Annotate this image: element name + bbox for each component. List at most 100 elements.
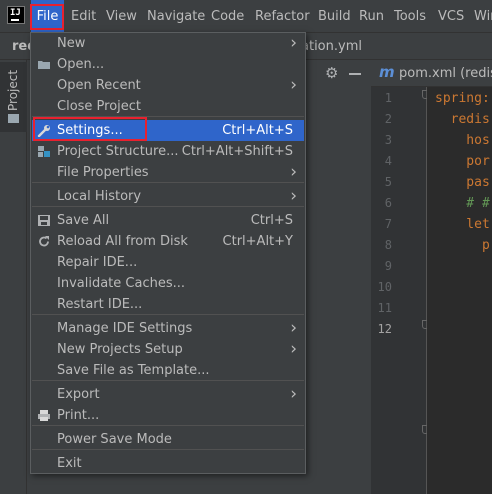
- menu-item-exit[interactable]: Exit: [32, 453, 304, 474]
- menu-item-label: Save File as Template...: [57, 363, 210, 378]
- menu-item-export[interactable]: Export ›: [32, 384, 304, 405]
- menu-window[interactable]: Win: [474, 0, 492, 33]
- menu-item-label: Repair IDE...: [57, 255, 138, 270]
- menu-item-label: Invalidate Caches...: [57, 276, 186, 291]
- menu-view[interactable]: View: [106, 0, 137, 33]
- project-tool-button[interactable]: Project: [0, 62, 27, 132]
- code-line: redis: [435, 112, 490, 127]
- menu-item-label: New: [57, 36, 86, 51]
- code-line: p: [435, 238, 490, 253]
- menu-item-open[interactable]: Open...: [32, 54, 304, 75]
- menu-item-project-structure[interactable]: Project Structure... Ctrl+Alt+Shift+S: [32, 141, 304, 162]
- intellij-logo-icon: IJ: [7, 6, 25, 24]
- menu-file[interactable]: File: [31, 0, 64, 33]
- minimize-icon[interactable]: [349, 73, 361, 75]
- line-number: 6: [384, 196, 392, 210]
- menu-item-label: Close Project: [57, 99, 142, 114]
- menu-item-label: Manage IDE Settings: [57, 321, 193, 336]
- menu-item-label: New Projects Setup: [57, 342, 183, 357]
- line-number: 7: [384, 217, 392, 231]
- wrench-icon: [37, 125, 50, 137]
- code-line: pas: [435, 175, 490, 190]
- folder-icon: [8, 114, 19, 123]
- print-icon: [38, 410, 50, 421]
- menu-item-label: Save All: [57, 213, 110, 228]
- line-number: 4: [384, 154, 392, 168]
- menu-item-label: File Properties: [57, 165, 149, 180]
- menu-refactor[interactable]: Refactor: [255, 0, 310, 33]
- menu-item-shortcut: Ctrl+Alt+Y: [222, 234, 293, 249]
- menu-edit[interactable]: Edit: [71, 0, 96, 33]
- menu-item-power-save-mode[interactable]: Power Save Mode: [32, 429, 304, 450]
- line-number: 3: [384, 133, 392, 147]
- menu-item-label: Open Recent: [57, 78, 141, 93]
- menu-bar: IJ File Edit View Navigate Code Refactor…: [0, 0, 492, 33]
- submenu-arrow-icon: ›: [290, 318, 297, 338]
- menu-item-label: Print...: [57, 408, 100, 423]
- reload-icon: [39, 236, 49, 247]
- line-number: 2: [384, 112, 392, 126]
- submenu-arrow-icon: ›: [290, 384, 297, 404]
- menu-item-label: Power Save Mode: [57, 432, 172, 447]
- code-line: spring:: [435, 91, 490, 106]
- line-number: 9: [384, 259, 392, 273]
- menu-item-label: Export: [57, 387, 100, 402]
- menu-item-repair-ide[interactable]: Repair IDE...: [32, 252, 304, 273]
- editor-tabs: m pom.xml (redis-: [371, 60, 492, 87]
- line-number: 1: [384, 91, 392, 105]
- menu-item-settings[interactable]: Settings... Ctrl+Alt+S: [32, 120, 304, 141]
- menu-tools[interactable]: Tools: [394, 0, 426, 33]
- save-icon: [38, 215, 50, 226]
- menu-item-label: Reload All from Disk: [57, 234, 188, 249]
- menu-item-local-history[interactable]: Local History ›: [32, 186, 304, 207]
- menu-item-label: Settings...: [57, 123, 123, 138]
- project-tool-label: Project: [6, 70, 20, 112]
- folder-icon: [38, 61, 50, 69]
- menu-item-shortcut: Ctrl+Alt+S: [222, 123, 293, 138]
- file-menu-dropdown: New › Open... Open Recent › Close Project Sett…: [30, 32, 306, 474]
- yml-file-tab[interactable]: ation.yml: [301, 33, 362, 60]
- submenu-arrow-icon: ›: [290, 75, 297, 95]
- submenu-arrow-icon: ›: [290, 339, 297, 359]
- menu-item-label: Open...: [57, 57, 105, 72]
- menu-item-file-properties[interactable]: File Properties ›: [32, 162, 304, 183]
- code-line: # #: [435, 196, 490, 211]
- code-line: por: [435, 154, 490, 169]
- menu-item-invalidate-caches[interactable]: Invalidate Caches...: [32, 273, 304, 294]
- menu-vcs[interactable]: VCS: [438, 0, 464, 33]
- menu-item-label: Project Structure...: [57, 144, 179, 159]
- menu-navigate[interactable]: Navigate: [147, 0, 205, 33]
- submenu-arrow-icon: ›: [290, 186, 297, 206]
- maven-icon: m: [379, 63, 395, 81]
- menu-item-label: Local History: [57, 189, 142, 204]
- menu-item-close-project[interactable]: Close Project: [32, 96, 304, 117]
- menu-item-save-file-as-template[interactable]: Save File as Template...: [32, 360, 304, 381]
- menu-item-save-all[interactable]: Save All Ctrl+S: [32, 210, 304, 231]
- gear-icon[interactable]: ⚙: [325, 65, 338, 81]
- menu-item-new[interactable]: New ›: [32, 33, 304, 54]
- menu-item-reload-all-from-disk[interactable]: Reload All from Disk Ctrl+Alt+Y: [32, 231, 304, 252]
- line-number-gutter: 1 2 3 4 5 6 7 8 9 10 11 12: [371, 87, 429, 494]
- menu-item-manage-ide-settings[interactable]: Manage IDE Settings ›: [32, 318, 304, 339]
- menu-run[interactable]: Run: [359, 0, 384, 33]
- line-number: 5: [384, 175, 392, 189]
- line-number: 11: [377, 301, 392, 315]
- menu-item-print[interactable]: Print...: [32, 405, 304, 426]
- submenu-arrow-icon: ›: [290, 33, 297, 53]
- menu-item-new-projects-setup[interactable]: New Projects Setup ›: [32, 339, 304, 360]
- menu-item-shortcut: Ctrl+Alt+Shift+S: [181, 144, 293, 159]
- submenu-arrow-icon: ›: [290, 162, 297, 182]
- menu-item-label: Exit: [57, 456, 82, 471]
- line-number: 8: [384, 238, 392, 252]
- code-line: let: [435, 217, 490, 232]
- menu-code[interactable]: Code: [211, 0, 244, 33]
- project-structure-icon: [38, 146, 50, 157]
- pom-xml-tab[interactable]: pom.xml (redis-: [399, 60, 492, 87]
- code-area[interactable]: spring: redis hos por pas # # let p: [427, 87, 492, 494]
- code-line: hos: [435, 133, 490, 148]
- left-tool-strip: Project: [0, 60, 27, 494]
- line-number: 12: [377, 322, 392, 336]
- menu-build[interactable]: Build: [318, 0, 351, 33]
- menu-item-restart-ide[interactable]: Restart IDE...: [32, 294, 304, 315]
- menu-item-open-recent[interactable]: Open Recent ›: [32, 75, 304, 96]
